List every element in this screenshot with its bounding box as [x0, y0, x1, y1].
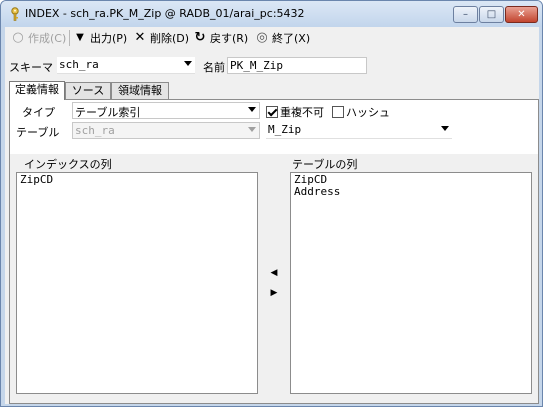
- schema-value: sch_ra: [59, 58, 99, 71]
- unique-label: 重複不可: [280, 106, 324, 119]
- chevron-down-icon: [441, 126, 449, 131]
- delete-button[interactable]: ✕ 削除(D): [133, 29, 190, 47]
- checkbox-icon: [332, 106, 344, 118]
- name-label: 名前: [203, 61, 225, 74]
- chevron-down-icon: [248, 107, 256, 112]
- list-item[interactable]: ZipCD: [20, 174, 254, 186]
- table-label: テーブル: [16, 126, 60, 139]
- exit-icon: ◎: [256, 30, 268, 45]
- chevron-down-icon: [184, 61, 192, 66]
- move-right-button[interactable]: ▶: [267, 286, 281, 300]
- table-columns-list[interactable]: ZipCD Address: [290, 172, 532, 394]
- toolbar-separator: [69, 30, 70, 46]
- type-value: テーブル索引: [75, 106, 141, 119]
- delete-label: 削除(D): [150, 32, 190, 45]
- chevron-down-icon: [248, 127, 256, 132]
- move-left-button[interactable]: ◀: [267, 266, 281, 280]
- tab-storage[interactable]: 領域情報: [111, 82, 169, 99]
- exit-button[interactable]: ◎ 終了(X): [255, 29, 310, 47]
- delete-icon: ✕: [134, 30, 146, 45]
- schema-label: スキーマ: [9, 61, 53, 74]
- exit-label: 終了(X): [272, 32, 311, 45]
- maximize-icon: □: [486, 9, 497, 20]
- type-label: タイプ: [22, 106, 55, 119]
- toolbar: ○ 作成(C) ▼ 出力(P) ✕ 削除(D) ↻ 戻す(R) ◎ 終了(X): [5, 27, 539, 49]
- tab-definition[interactable]: 定義情報: [9, 81, 65, 100]
- index-columns-list[interactable]: ZipCD: [16, 172, 258, 394]
- close-icon: ✕: [517, 9, 526, 20]
- undo-icon: ↻: [194, 30, 206, 45]
- output-label: 出力(P): [90, 32, 128, 45]
- title-bar[interactable]: INDEX - sch_ra.PK_M_Zip @ RADB_01/arai_p…: [1, 1, 542, 27]
- arrow-left-icon: ◀: [270, 268, 278, 278]
- columns-area: インデックスの列 ZipCD ◀ ▶ テーブルの列 ZipCD Address: [10, 154, 538, 403]
- output-button[interactable]: ▼ 出力(P): [73, 29, 127, 47]
- create-label: 作成(C): [28, 32, 67, 45]
- minimize-icon: –: [463, 9, 468, 20]
- table-name-select[interactable]: M_Zip: [266, 122, 452, 139]
- back-button[interactable]: ↻ 戻す(R): [193, 29, 249, 47]
- unique-checkbox[interactable]: 重複不可: [266, 104, 324, 120]
- minimize-button[interactable]: –: [453, 6, 478, 23]
- output-icon: ▼: [76, 32, 84, 43]
- table-schema-value: sch_ra: [75, 124, 115, 137]
- arrow-right-icon: ▶: [270, 288, 278, 298]
- checkbox-checked-icon: [266, 106, 278, 118]
- table-schema-select[interactable]: sch_ra: [72, 122, 260, 139]
- schema-select[interactable]: sch_ra: [57, 57, 195, 74]
- client-area: ○ 作成(C) ▼ 出力(P) ✕ 削除(D) ↻ 戻す(R) ◎ 終了(X) …: [5, 27, 539, 404]
- hash-label: ハッシュ: [346, 106, 390, 119]
- type-select[interactable]: テーブル索引: [72, 102, 260, 119]
- key-icon: [11, 7, 19, 21]
- create-icon: ○: [12, 30, 24, 45]
- definition-panel: タイプ テーブル索引 重複不可 ハッシュ テーブル sch_ra M_Zip イ…: [9, 99, 539, 404]
- maximize-button[interactable]: □: [479, 6, 504, 23]
- close-button[interactable]: ✕: [505, 6, 538, 23]
- list-item[interactable]: Address: [294, 186, 528, 198]
- index-window: INDEX - sch_ra.PK_M_Zip @ RADB_01/arai_p…: [0, 0, 543, 407]
- table-columns-label: テーブルの列: [292, 158, 358, 171]
- hash-checkbox[interactable]: ハッシュ: [332, 104, 390, 120]
- back-label: 戻す(R): [210, 32, 249, 45]
- name-input[interactable]: PK_M_Zip: [227, 57, 367, 74]
- create-button[interactable]: ○ 作成(C): [11, 29, 66, 47]
- table-name-value: M_Zip: [268, 123, 302, 136]
- index-columns-label: インデックスの列: [24, 158, 112, 171]
- tab-source[interactable]: ソース: [65, 82, 111, 99]
- window-title: INDEX - sch_ra.PK_M_Zip @ RADB_01/arai_p…: [25, 7, 305, 20]
